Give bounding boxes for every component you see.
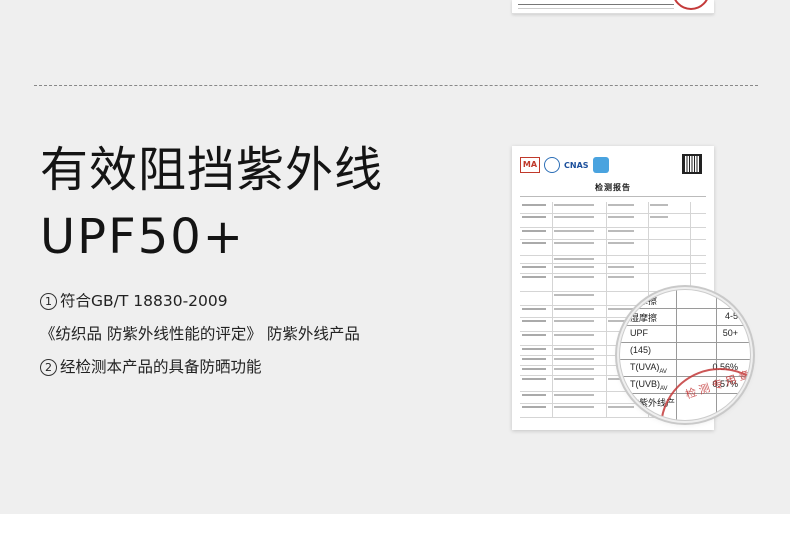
section-divider <box>34 85 758 86</box>
row-label: T(UVB)AV <box>630 379 668 392</box>
magnifier-row-dry-rubbing: 干摩擦 4-5 <box>620 292 750 309</box>
row-label: 湿摩擦 <box>630 313 658 323</box>
qr-code-icon <box>682 154 702 174</box>
feature-item-tested: 2 经检测本产品的具备防晒功能 <box>40 355 262 377</box>
report-document-top-fragment <box>512 0 714 14</box>
circled-number-2: 2 <box>40 359 57 376</box>
cnas-logo: CNAS <box>564 160 589 170</box>
report-magnifier: 干摩擦 4-5 湿摩擦 4-5 UPF 50+ (145) T(UVA)AV 0… <box>620 290 750 420</box>
table-row <box>520 228 706 240</box>
document-line <box>518 8 674 9</box>
row-label: T(UVA)AV <box>630 362 667 375</box>
ilac-logo-icon <box>544 157 560 173</box>
row-value: 4-5 <box>724 311 738 321</box>
headline-uv-block: 有效阻挡紫外线 <box>40 142 384 198</box>
table-row <box>520 202 706 214</box>
feature-text: 经检测本产品的具备防晒功能 <box>60 358 262 376</box>
feature-item-standard: 1 符合GB/T 18830-2009 <box>40 289 228 311</box>
table-row <box>520 214 706 228</box>
feature-text: 《纺织品 防紫外线性能的评定》 防紫外线产品 <box>40 325 360 343</box>
report-title: 检测报告 <box>595 183 631 192</box>
headline-upf: UPF50+ <box>40 209 245 265</box>
row-label: UPF <box>630 328 648 338</box>
row-label: 干摩擦 <box>630 296 658 306</box>
circled-number-1: 1 <box>40 293 57 310</box>
magnifier-row-upf-measured: (145) <box>620 343 750 360</box>
ma-logo: MA <box>520 157 540 173</box>
table-row <box>520 256 706 264</box>
row-value: 50+ <box>722 328 738 338</box>
report-rule <box>520 196 706 197</box>
magnifier-row-upf: UPF 50+ <box>620 326 750 343</box>
row-label: (145) <box>630 345 652 355</box>
table-row <box>520 240 706 256</box>
document-line <box>518 4 674 5</box>
certification-logos: MA CNAS <box>520 154 609 176</box>
table-row <box>520 264 706 274</box>
feature-text: 符合GB/T 18830-2009 <box>60 292 228 310</box>
feature-item-standard-name: 《纺织品 防紫外线性能的评定》 防紫外线产品 <box>40 322 360 344</box>
seal-stamp-fragment <box>672 0 710 10</box>
magnifier-row-wet-rubbing: 湿摩擦 4-5 <box>620 309 750 326</box>
badge-logo-icon <box>592 157 609 173</box>
bottom-white-strip <box>0 514 790 556</box>
row-value: 4-5 <box>724 294 738 304</box>
